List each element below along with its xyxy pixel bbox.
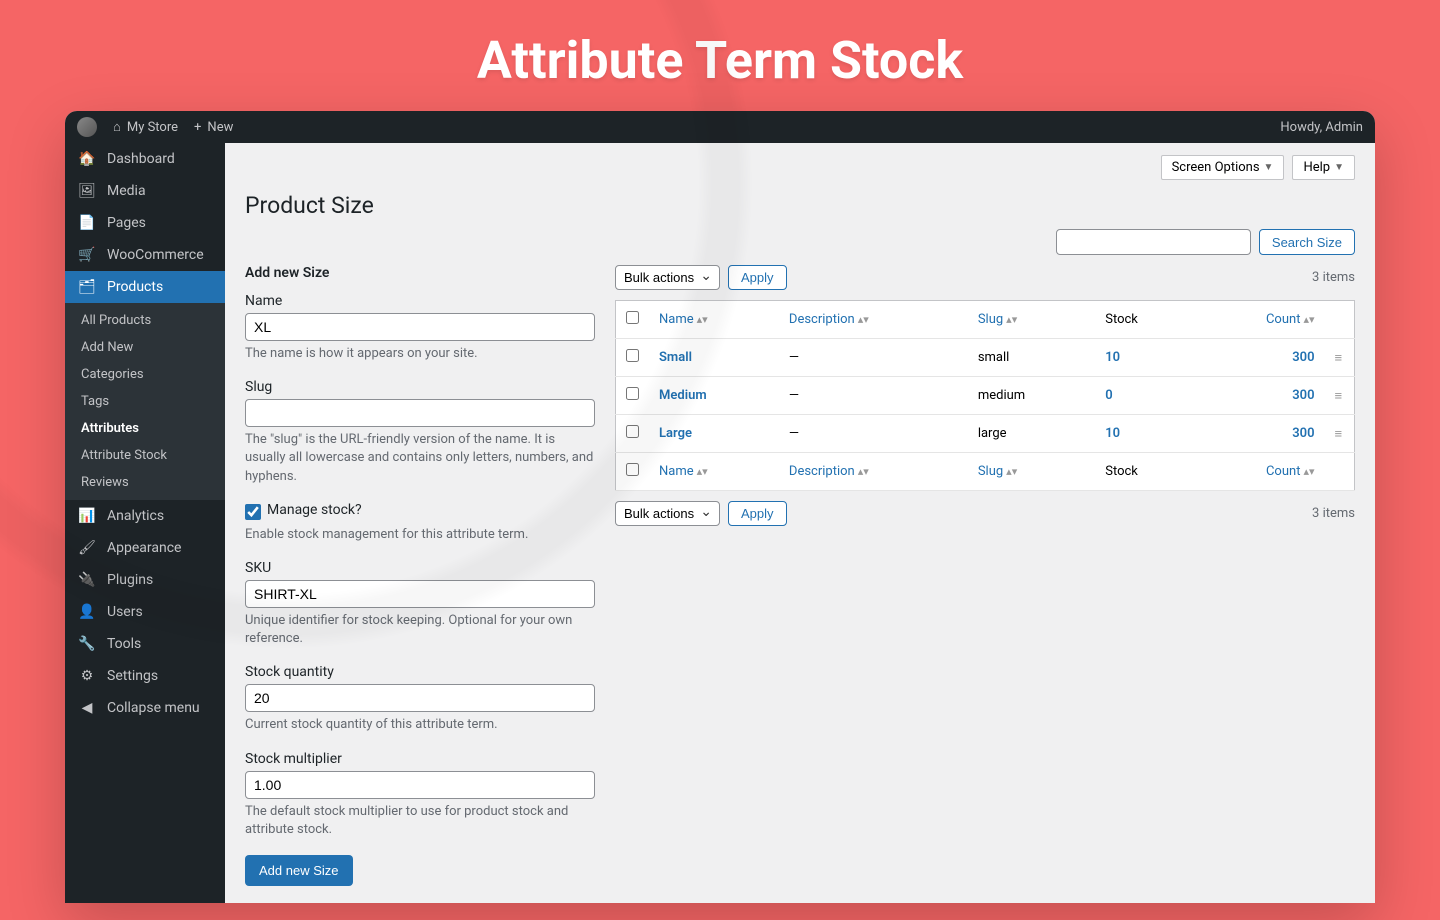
bulk-actions-select-bottom[interactable]: Bulk actions <box>615 501 720 526</box>
products-icon: 🗂 <box>77 279 97 295</box>
bulk-actions-select-top[interactable]: Bulk actions <box>615 265 720 290</box>
menu-products[interactable]: 🗂Products <box>65 271 225 303</box>
